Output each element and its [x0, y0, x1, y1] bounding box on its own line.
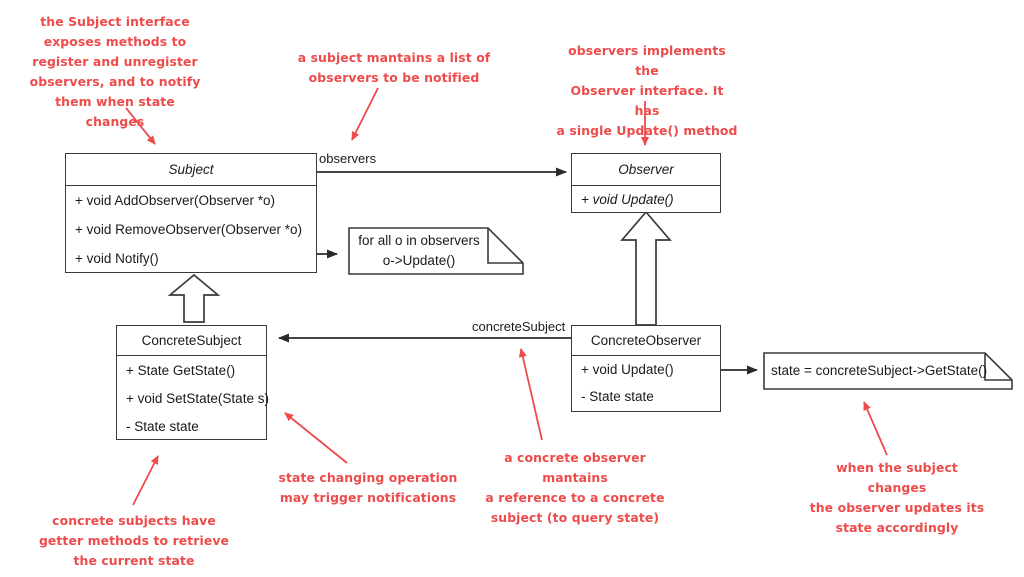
class-members-observer: + void Update() [572, 186, 720, 212]
annotation-observers-implement: observers implements the Observer interf… [556, 43, 738, 139]
class-member: + void Notify() [75, 251, 159, 266]
note-line: state = concreteSubject->GetState() [771, 363, 988, 379]
annotation-arrow-observer-updates-state [863, 401, 888, 456]
class-member: + void RemoveObserver(Observer *o) [75, 222, 302, 237]
class-member: + void AddObserver(Observer *o) [75, 193, 275, 208]
uml-diagram-canvas: Observer association ("observers") --> n… [0, 0, 1024, 577]
class-member: + void Update() [581, 191, 674, 207]
generalization-concreteobserver-to-observer [620, 210, 672, 326]
annotation-subject-interface: the Subject interface exposes methods to… [29, 14, 201, 130]
class-box-concrete-observer[interactable]: ConcreteObserver + void Update() - State… [571, 325, 721, 412]
note-line: for all o in observers [358, 233, 480, 249]
class-title-observer: Observer [572, 154, 720, 186]
annotation-arrow-concrete-subject-getters [132, 455, 159, 506]
annotation-observer-updates-state: when the subject changes the observer up… [809, 460, 985, 536]
generalization-concretesubject-to-subject [167, 273, 221, 323]
class-box-concrete-subject[interactable]: ConcreteSubject + State GetState() + voi… [116, 325, 269, 440]
class-member: - State state [581, 389, 654, 404]
class-box-observer[interactable]: Observer + void Update() [571, 153, 721, 213]
class-member: + void Update() [581, 362, 674, 377]
class-member: - State state [126, 418, 199, 434]
annotation-arrow-concrete-observer-reference [518, 348, 543, 441]
class-box-subject[interactable]: Subject + void AddObserver(Observer *o) … [65, 153, 317, 273]
class-member: + void SetState(State s) [126, 390, 269, 406]
annotation-subject-maintains-list: a subject mantains a list of observers t… [297, 50, 491, 86]
annotation-concrete-observer-reference: a concrete observer mantains a reference… [485, 450, 665, 526]
note-line: o->Update() [382, 253, 456, 268]
class-title-concrete-subject: ConcreteSubject [117, 326, 266, 356]
class-title-concrete-observer: ConcreteObserver [572, 326, 720, 356]
note-update-body: state = concreteSubject->GetState() [763, 352, 1013, 390]
note-notify-body: for all o in observers o->Update() [348, 227, 524, 275]
annotation-concrete-subject-getters: concrete subjects have getter methods to… [38, 513, 230, 569]
edge-label-concrete-subject: concreteSubject [472, 319, 566, 334]
class-members-subject: + void AddObserver(Observer *o) + void R… [66, 186, 316, 273]
class-members-concrete-observer: + void Update() - State state [572, 356, 720, 410]
annotation-arrow-state-changing-operation [284, 412, 348, 464]
class-member: + State GetState() [126, 362, 236, 378]
edge-label-observers: observers [319, 151, 377, 166]
note-update-body-text: state = concreteSubject->GetState() [763, 352, 988, 390]
class-title-subject: Subject [66, 154, 316, 186]
annotation-state-changing-operation: state changing operation may trigger not… [278, 470, 458, 506]
class-members-concrete-subject: + State GetState() + void SetState(State… [117, 356, 269, 440]
annotation-arrow-subject-maintains-list [351, 87, 379, 141]
note-notify-body-text: for all o in observers o->Update() [348, 227, 490, 275]
